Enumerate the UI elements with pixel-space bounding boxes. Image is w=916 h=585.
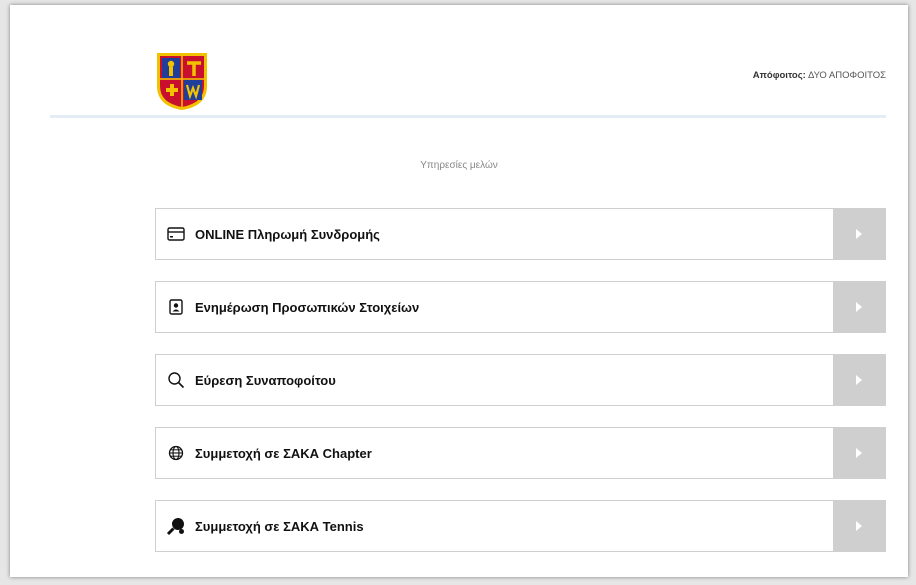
menu-item-saka-tennis[interactable]: Συμμετοχή σε ΣΑΚΑ Tennis <box>155 500 886 552</box>
chevron-right-icon[interactable] <box>833 355 885 405</box>
user-name: ΔΥΟ ΑΠΟΦΟΙΤΟΣ <box>807 70 886 81</box>
chevron-right-icon[interactable] <box>833 501 885 551</box>
user-label: Απόφοιτος: <box>752 70 806 81</box>
menu-item-label: ONLINE Πληρωμή Συνδρομής <box>195 226 380 242</box>
user-info: Απόφοιτος: ΔΥΟ ΑΠΟΦΟΙΤΟΣ <box>753 70 886 81</box>
chevron-right-icon[interactable] <box>833 428 885 478</box>
chevron-right-icon[interactable] <box>833 282 885 332</box>
menu-item-label: Ενημέρωση Προσωπικών Στοιχείων <box>195 299 420 315</box>
menu-item-label: Συμμετοχή σε ΣΑΚΑ Chapter <box>195 445 372 461</box>
menu-item-online-payment[interactable]: ONLINE Πληρωμή Συνδρομής <box>155 208 886 260</box>
menu-item-label: Συμμετοχή σε ΣΑΚΑ Tennis <box>195 518 364 534</box>
search-icon <box>165 369 187 391</box>
id-badge-icon <box>165 296 187 318</box>
app-window: Απόφοιτος: ΔΥΟ ΑΠΟΦΟΙΤΟΣ Υπηρεσίες μελών… <box>10 5 908 577</box>
header-divider <box>50 115 886 118</box>
school-crest-logo[interactable] <box>154 50 210 112</box>
menu-item-saka-chapter[interactable]: Συμμετοχή σε ΣΑΚΑ Chapter <box>155 427 886 479</box>
menu-item-find-classmate[interactable]: Εύρεση Συναποφοίτου <box>155 354 886 406</box>
services-menu: ONLINE Πληρωμή Συνδρομής Ενημέρωση Προσω… <box>155 208 886 573</box>
menu-item-label: Εύρεση Συναποφοίτου <box>195 372 336 388</box>
globe-icon <box>165 442 187 464</box>
section-title: Υπηρεσίες μελών <box>420 160 498 171</box>
credit-card-icon <box>165 223 187 245</box>
chevron-right-icon[interactable] <box>833 209 885 259</box>
menu-item-update-personal-info[interactable]: Ενημέρωση Προσωπικών Στοιχείων <box>155 281 886 333</box>
tennis-racket-icon <box>165 515 187 537</box>
